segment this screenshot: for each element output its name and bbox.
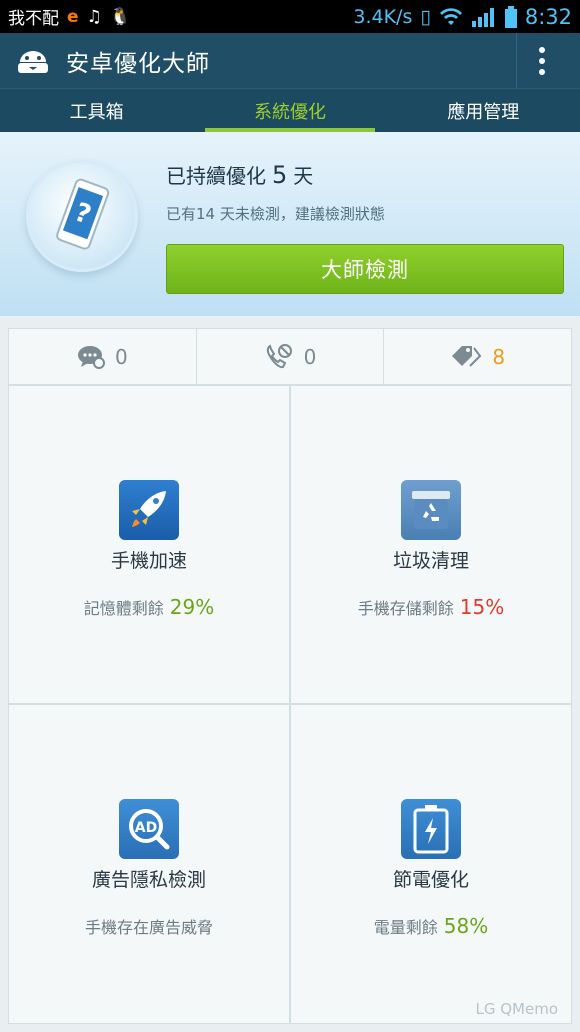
days-count: 5 — [272, 161, 288, 189]
feature-grid: 手機加速 記憶體剩餘 29% 垃圾清理 手機存儲剩餘 15% AD 廣告隱私檢測… — [8, 385, 572, 1024]
memory-remaining-value: 29% — [169, 595, 215, 619]
blocked-sms-stat[interactable]: 0 — [9, 329, 196, 384]
qq-icon: 🐧 — [109, 6, 131, 27]
tile-phone-speedup[interactable]: 手機加速 記憶體剩餘 29% — [9, 386, 289, 703]
master-check-button[interactable]: 大師檢測 — [166, 244, 564, 294]
tag-icon — [452, 345, 482, 367]
tile-junk-clean[interactable]: 垃圾清理 手機存儲剩餘 15% — [291, 386, 571, 703]
title-prefix: 已持續優化 — [166, 164, 266, 188]
tile-name: 節電優化 — [392, 869, 469, 891]
tile-desc: 手機存在廣告威脅 — [85, 914, 213, 938]
phone-question-icon: ? — [26, 160, 138, 272]
overflow-menu-button[interactable] — [516, 33, 566, 88]
tab-label: 工具箱 — [69, 101, 124, 123]
vibrate-icon: ▯ — [420, 5, 431, 28]
status-bar: 我不配 e ♫ 🐧 3.4K/s ▯ 8:32 — [0, 0, 580, 33]
app-bar: 安卓優化大師 — [0, 33, 580, 88]
battery-icon — [401, 799, 461, 859]
optimize-days-title: 已持續優化 5 天 — [166, 160, 564, 189]
tag-stat[interactable]: 8 — [383, 329, 571, 384]
rocket-icon — [119, 480, 179, 540]
browser-icon: e — [67, 6, 79, 27]
wifi-icon — [439, 7, 462, 25]
clock: 8:32 — [524, 4, 572, 29]
ad-search-icon: AD — [119, 799, 179, 859]
notification-icon: ♫ — [86, 6, 102, 27]
more-vert-icon — [538, 46, 545, 75]
recycle-icon — [401, 480, 461, 540]
sms-blocked-icon — [77, 345, 105, 369]
svg-text:AD: AD — [135, 820, 157, 836]
tile-desc-label: 電量剩餘 — [373, 918, 438, 937]
tab-toolbox[interactable]: 工具箱 — [0, 89, 193, 132]
qmemo-watermark: LG QMemo — [475, 1000, 558, 1018]
tile-power-saving[interactable]: 節電優化 電量剩餘 58% — [291, 705, 571, 1023]
stats-bar: 0 0 8 — [8, 328, 572, 385]
hero-subtitle: 已有14 天未檢測，建議檢測狀態 — [166, 205, 385, 223]
blocked-call-stat[interactable]: 0 — [195, 329, 384, 384]
app-title: 安卓優化大師 — [66, 50, 210, 77]
tile-desc: 手機存儲剩餘 15% — [358, 595, 504, 619]
hero-panel: ? 已持續優化 5 天 已有14 天未檢測，建議檢測狀態 大師檢測 — [0, 132, 580, 316]
blocked-sms-count: 0 — [114, 344, 128, 369]
android-master-logo-icon — [18, 50, 48, 73]
tile-desc: 電量剩餘 58% — [374, 914, 488, 938]
tab-system-optimize[interactable]: 系統優化 — [193, 89, 386, 132]
tab-app-manage[interactable]: 應用管理 — [387, 89, 580, 132]
tile-desc-label: 手機存在廣告威脅 — [84, 918, 213, 937]
call-blocked-icon — [266, 343, 292, 368]
tab-label: 系統優化 — [253, 101, 326, 123]
title-suffix: 天 — [293, 164, 314, 188]
tile-ad-privacy-scan[interactable]: AD 廣告隱私檢測 手機存在廣告威脅 — [9, 705, 289, 1023]
tab-bar: 工具箱 系統優化 應用管理 — [0, 88, 580, 132]
tile-name: 廣告隱私檢測 — [91, 869, 206, 891]
battery-remaining-value: 58% — [443, 914, 489, 938]
tile-desc-label: 手機存儲剩餘 — [357, 599, 454, 618]
storage-remaining-value: 15% — [459, 595, 505, 619]
signal-icon — [471, 7, 494, 27]
net-speed: 3.4K/s — [353, 5, 413, 28]
tag-count: 8 — [492, 344, 506, 369]
tab-label: 應用管理 — [447, 101, 520, 123]
blocked-call-count: 0 — [303, 344, 317, 369]
tile-desc: 記憶體剩餘 29% — [84, 595, 214, 619]
tile-name: 垃圾清理 — [392, 550, 469, 572]
tile-name: 手機加速 — [110, 550, 187, 572]
status-left-text: 我不配 — [8, 9, 59, 29]
battery-status-icon — [504, 5, 517, 28]
tile-desc-label: 記憶體剩餘 — [83, 599, 164, 618]
